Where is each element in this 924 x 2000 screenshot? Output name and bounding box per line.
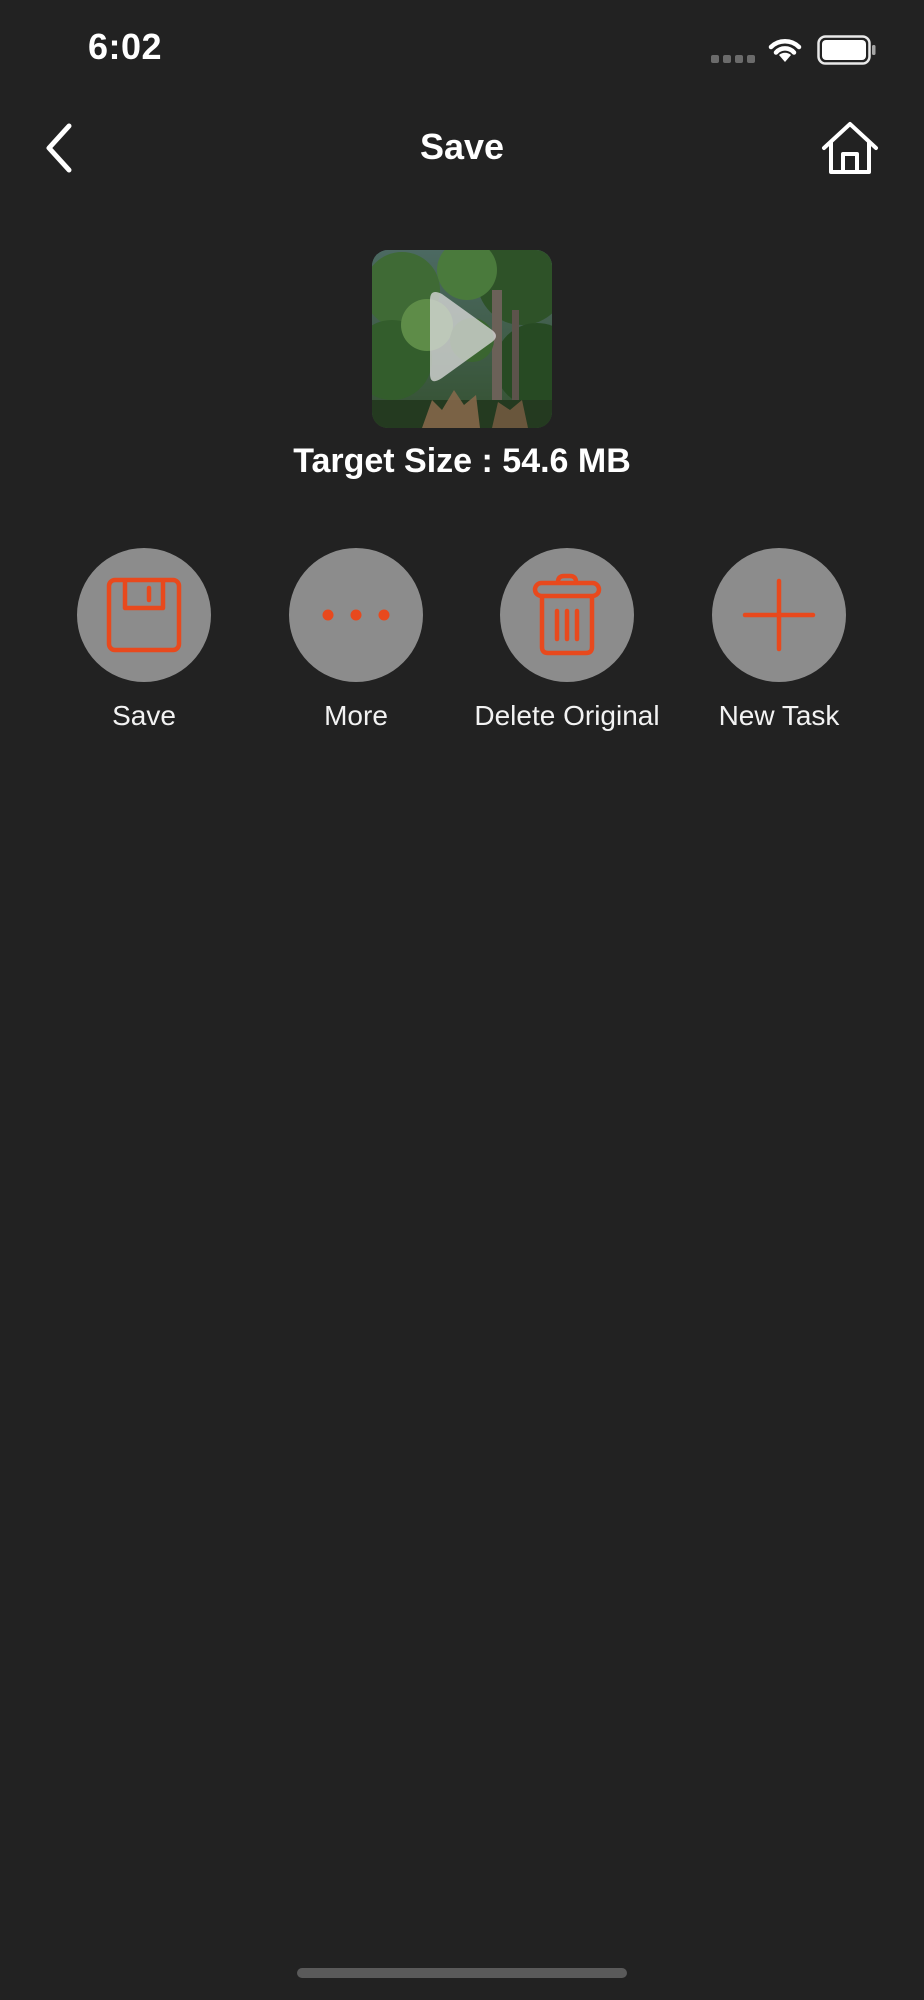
play-icon <box>430 292 496 382</box>
save-button[interactable] <box>77 548 211 682</box>
plus-icon <box>742 578 816 652</box>
home-indicator[interactable] <box>297 1968 627 1978</box>
new-task-button[interactable] <box>712 548 846 682</box>
action-row: Save More Delete Original New Task <box>0 548 924 738</box>
delete-original-label: Delete Original <box>474 700 660 731</box>
house-icon <box>822 122 878 174</box>
more-button[interactable] <box>289 548 423 682</box>
trash-icon <box>532 573 602 656</box>
delete-original-button[interactable] <box>500 548 634 682</box>
new-task-action[interactable]: New Task <box>679 548 879 732</box>
status-time: 6:02 <box>88 26 163 67</box>
video-thumbnail[interactable] <box>372 250 552 428</box>
status-bar: 6:02 <box>0 0 924 100</box>
navigation-bar: Save <box>0 100 924 196</box>
more-action[interactable]: More <box>256 548 456 732</box>
page-title: Save <box>419 126 505 167</box>
new-task-label: New Task <box>718 700 840 731</box>
cellular-signal-icon <box>711 55 755 63</box>
target-size-label: Target Size : 54.6 MB <box>293 442 631 480</box>
wifi-icon <box>768 39 802 62</box>
save-action[interactable]: Save <box>44 548 244 732</box>
home-button[interactable] <box>816 116 884 180</box>
save-label: Save <box>112 700 176 731</box>
more-label: More <box>324 700 388 731</box>
delete-original-action[interactable]: Delete Original <box>467 548 667 732</box>
ellipsis-icon <box>322 609 390 621</box>
floppy-disk-icon <box>106 577 182 653</box>
battery-icon <box>817 35 876 65</box>
